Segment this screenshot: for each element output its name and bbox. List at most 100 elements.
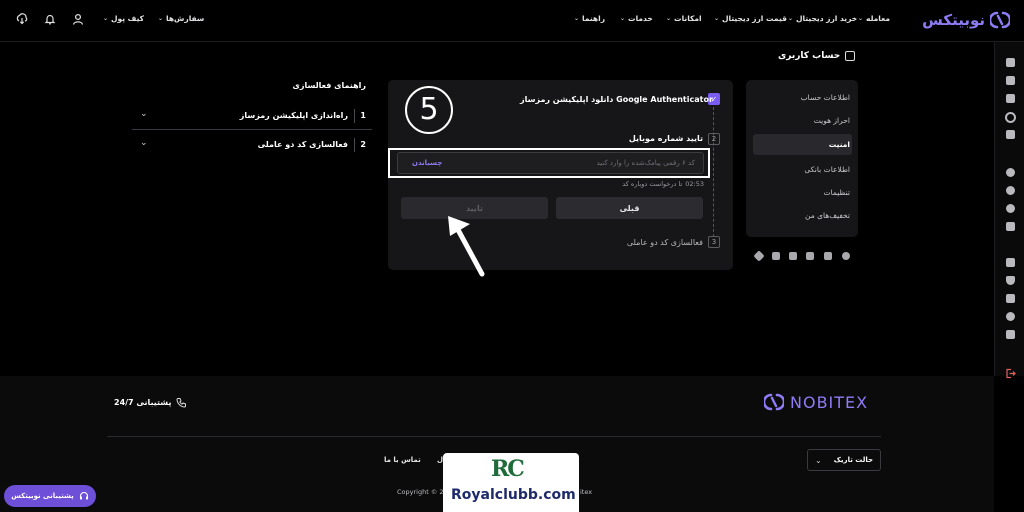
nav-label: امکانات <box>674 14 702 23</box>
chevron-down-icon: ⌄ <box>858 15 864 22</box>
logout-icon[interactable] <box>1005 368 1016 379</box>
wallet-icon[interactable] <box>1006 76 1015 85</box>
nav-services[interactable]: ⌄ خدمات <box>620 14 653 23</box>
dashboard-icon[interactable] <box>1006 58 1015 67</box>
paste-button[interactable]: چسباندن <box>412 159 442 167</box>
guide-item-2[interactable]: 2 فعالسازی کد دو عاملی ⌄ <box>132 133 372 159</box>
copyright-tail: itex <box>580 488 593 496</box>
nav-help[interactable]: ⌄ راهنما <box>574 14 605 23</box>
orders-menu[interactable]: ⌄ سفارش‌ها <box>158 14 204 23</box>
chevron-down-icon: ⌄ <box>140 109 148 119</box>
nav-buy-crypto[interactable]: ⌄ خرید ارز دیجیتال <box>788 14 857 23</box>
linkedin-icon[interactable] <box>824 252 832 260</box>
nav-trade[interactable]: ⌄ معامله <box>858 14 890 23</box>
nav-label: خدمات <box>628 14 653 23</box>
annotation-arrow-icon <box>448 216 485 277</box>
youtube-icon[interactable] <box>772 252 780 260</box>
support-247[interactable]: پشتیبانی 24/7 <box>114 397 187 408</box>
guide-item-1[interactable]: 1 راه‌اندازی اپلیکیشن رمزساز ⌄ <box>132 104 372 130</box>
wallet-menu[interactable]: ⌄ کیف پول <box>103 14 144 23</box>
chart-icon[interactable] <box>1006 94 1015 103</box>
nav-label: راهنما <box>582 14 606 23</box>
bell-icon[interactable] <box>44 13 56 25</box>
watermark-mark: RC <box>491 456 525 482</box>
download-icon[interactable] <box>16 13 28 25</box>
sidebar-item-kyc[interactable]: احراز هویت <box>760 116 850 125</box>
sidebar-item-discounts[interactable]: تخفیف‌های من <box>760 211 850 220</box>
instagram-icon[interactable] <box>806 252 814 260</box>
timer-value: 02:53 <box>685 180 704 188</box>
step2-label: تایید شماره موبایل <box>628 134 703 143</box>
support-chat-label: پشتیبانی نوبیتکس <box>11 492 74 500</box>
chevron-down-icon: ⌄ <box>103 15 109 22</box>
chevron-down-icon: ⌄ <box>815 455 822 465</box>
guide-item-2-divider <box>354 138 355 152</box>
sidebar-item-security[interactable]: امنیت <box>760 140 850 149</box>
resend-text: تا درخواست دوباره کد <box>622 180 683 188</box>
resend-timer: تا درخواست دوباره کد 02:53 <box>600 180 704 188</box>
list-icon[interactable] <box>1006 130 1015 139</box>
wallet-label: کیف پول <box>111 14 145 23</box>
annotation-number: 5 <box>419 92 439 127</box>
nobitex-logo[interactable]: نوبیتکس <box>920 8 1010 32</box>
nobitex-rail-icon[interactable] <box>1005 112 1016 123</box>
footer-brand: NOBITEX <box>790 392 869 412</box>
calendar-icon[interactable] <box>1006 222 1015 231</box>
page-title-text: حساب کاربری <box>778 51 841 61</box>
nav-label: معامله <box>866 14 890 23</box>
sidebar-item-bank-info[interactable]: اطلاعات بانکی <box>760 165 850 174</box>
sidebar-item-settings[interactable]: تنظیمات <box>760 188 850 197</box>
sidebar-item-account-info[interactable]: اطلاعات حساب <box>760 93 850 102</box>
aparat-icon[interactable] <box>753 250 765 262</box>
shield-icon[interactable] <box>1006 276 1015 285</box>
telegram-icon[interactable] <box>842 252 850 260</box>
chevron-down-icon: ⌄ <box>666 15 672 22</box>
guide-item-2-label: فعالسازی کد دو عاملی <box>257 140 348 149</box>
watermark-box: RC Royalclubb.com <box>443 453 579 512</box>
logo-text: نوبیتکس <box>922 11 985 29</box>
support-247-label: پشتیبانی 24/7 <box>114 398 172 407</box>
step1-label: دانلود اپلیکیشن رمزساز Google Authentica… <box>520 95 713 104</box>
support-chat-button[interactable]: پشتیبانی نوبیتکس <box>4 485 96 507</box>
nobitex-logo-icon <box>764 393 784 411</box>
chevron-down-icon: ⌄ <box>620 15 626 22</box>
footer-logo[interactable]: NOBITEX <box>764 392 868 412</box>
chevron-down-icon: ⌄ <box>714 15 720 22</box>
mail-icon[interactable] <box>1006 294 1015 303</box>
x-icon[interactable] <box>789 252 797 260</box>
theme-select[interactable]: ⌄ حالت تاریک <box>807 449 881 471</box>
users-icon[interactable] <box>1006 312 1015 321</box>
guide-item-1-divider <box>354 109 355 123</box>
guide-item-2-number: 2 <box>360 140 366 149</box>
nav-features[interactable]: ⌄ امکانات <box>666 14 702 23</box>
guide-item-1-label: راه‌اندازی اپلیکیشن رمزساز <box>239 111 348 120</box>
user-icon[interactable] <box>72 13 84 25</box>
step3-label: فعالسازی کد دو عاملی <box>626 238 703 247</box>
coin-icon[interactable] <box>1006 168 1015 177</box>
step-connector-line <box>713 107 714 237</box>
footer-link-contact[interactable]: تماس با ما <box>384 456 421 464</box>
step3-number: 3 <box>708 236 720 248</box>
phone-icon <box>176 398 187 408</box>
headset-icon <box>79 491 88 500</box>
orders-label: سفارش‌ها <box>166 14 205 23</box>
profile-card-icon[interactable] <box>1006 258 1015 267</box>
footer-divider <box>107 436 881 437</box>
watermark-site: Royalclubb.com <box>451 487 576 503</box>
chevron-down-icon: ⌄ <box>158 15 164 22</box>
previous-button[interactable]: قبلی <box>556 197 703 219</box>
nav-label: خرید ارز دیجیتال <box>796 14 858 23</box>
theme-select-value: حالت تاریک <box>833 456 873 464</box>
chevron-down-icon: ⌄ <box>574 15 580 22</box>
history-icon[interactable] <box>1006 204 1015 213</box>
chevron-down-icon: ⌄ <box>140 138 148 148</box>
nav-crypto-price[interactable]: ⌄ قیمت ارز دیجیتال <box>714 14 787 23</box>
sms-code-input[interactable]: کد ۶ رقمی پیامک‌شده را وارد کنید چسباندن <box>397 152 704 174</box>
guide-title: راهنمای فعالسازی <box>292 81 367 90</box>
trophy-icon[interactable] <box>1006 330 1015 339</box>
nobitex-logo-icon <box>990 11 1010 29</box>
page-title: حساب کاربری <box>778 51 856 61</box>
step2-number: 2 <box>708 133 720 145</box>
arrow-circle-icon[interactable] <box>1006 186 1015 195</box>
guide-item-1-number: 1 <box>360 111 366 120</box>
